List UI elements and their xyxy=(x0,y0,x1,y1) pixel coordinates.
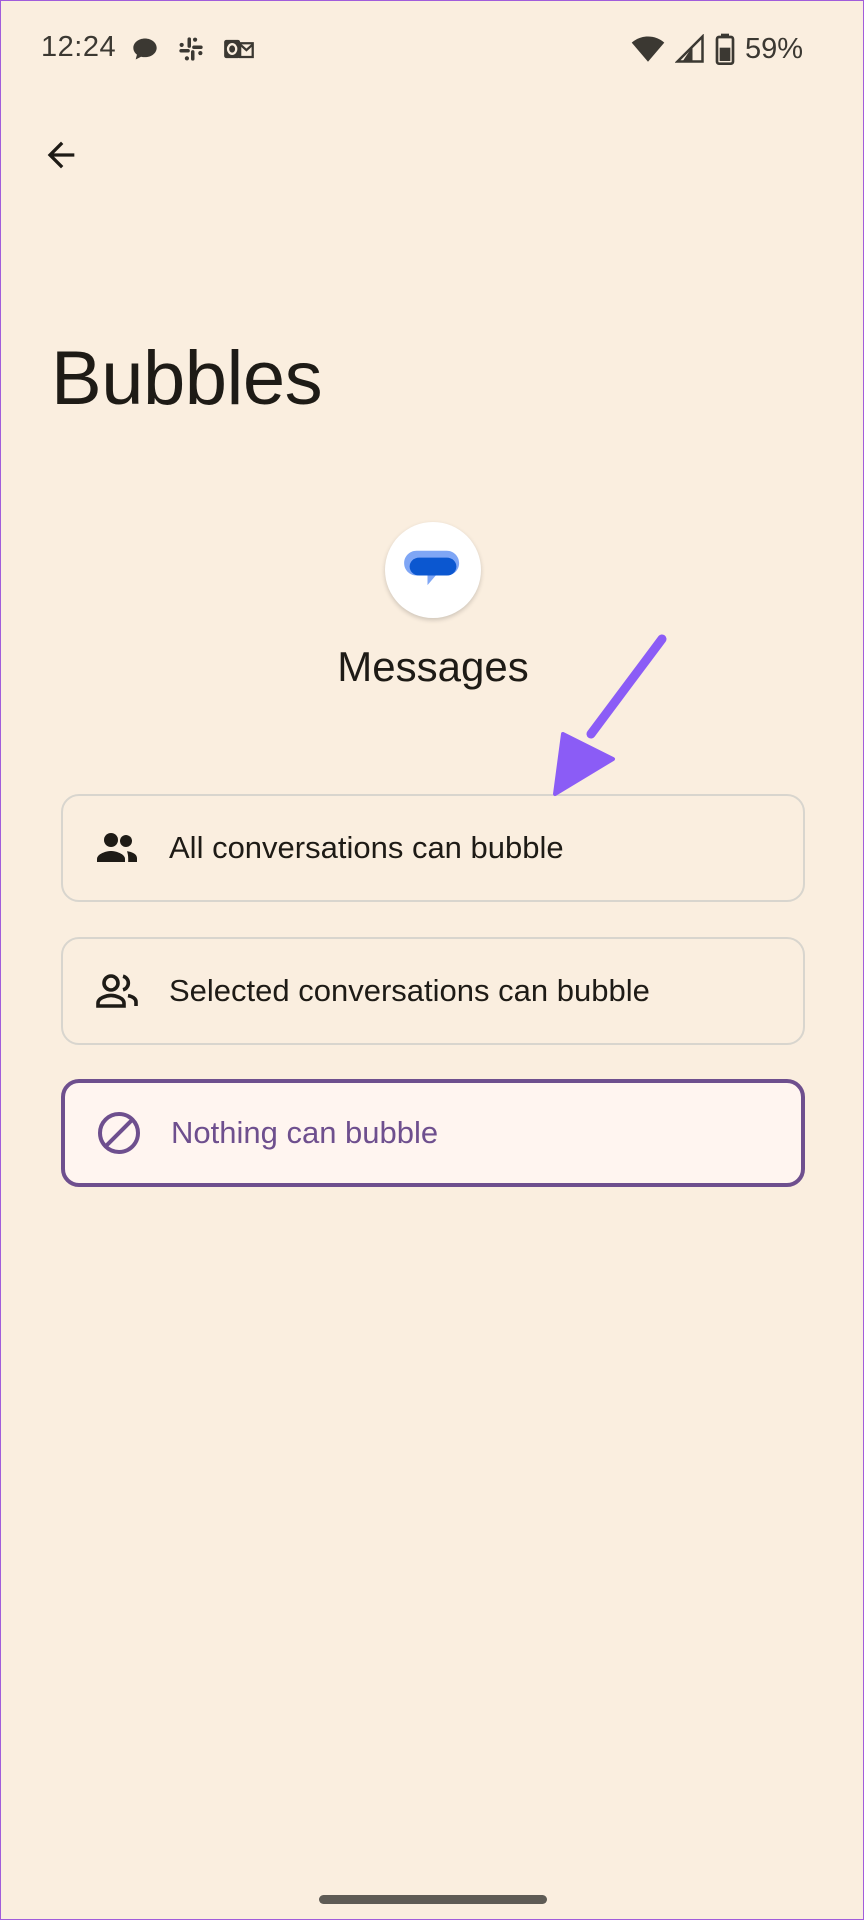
app-icon xyxy=(385,522,481,618)
option-selected-conversations[interactable]: Selected conversations can bubble xyxy=(61,937,805,1045)
app-name: Messages xyxy=(337,643,529,690)
battery-percentage: 59% xyxy=(744,32,803,65)
people-filled-icon xyxy=(97,833,137,862)
outlook-icon xyxy=(224,39,254,59)
slack-icon xyxy=(179,37,203,61)
notification-icons xyxy=(131,33,255,65)
option-label: Selected conversations can bubble xyxy=(169,973,650,1008)
option-nothing[interactable]: Nothing can bubble xyxy=(61,1079,805,1187)
block-icon xyxy=(98,1112,140,1154)
wifi-icon xyxy=(631,36,665,62)
people-outline-icon xyxy=(96,974,138,1008)
status-time: 12:24 xyxy=(41,31,117,63)
page-title: Bubbles xyxy=(51,336,323,421)
arrow-back-icon xyxy=(47,141,75,169)
google-messages-icon xyxy=(404,550,460,586)
option-label: All conversations can bubble xyxy=(169,830,564,865)
back-button[interactable] xyxy=(31,125,91,185)
option-label: Nothing can bubble xyxy=(171,1115,439,1150)
annotation-arrow-icon xyxy=(553,634,667,796)
status-bar: 12:24 59% xyxy=(1,1,864,97)
battery-icon xyxy=(715,33,735,65)
option-all-conversations[interactable]: All conversations can bubble xyxy=(61,794,805,902)
chat-notification-icon xyxy=(133,38,157,60)
gesture-nav-handle[interactable] xyxy=(319,1895,547,1904)
cell-signal-icon xyxy=(674,34,704,63)
system-status: 59% xyxy=(631,31,803,67)
bubbles-settings-screen: 12:24 59% Bubbles Messages All conversat… xyxy=(0,0,864,1920)
